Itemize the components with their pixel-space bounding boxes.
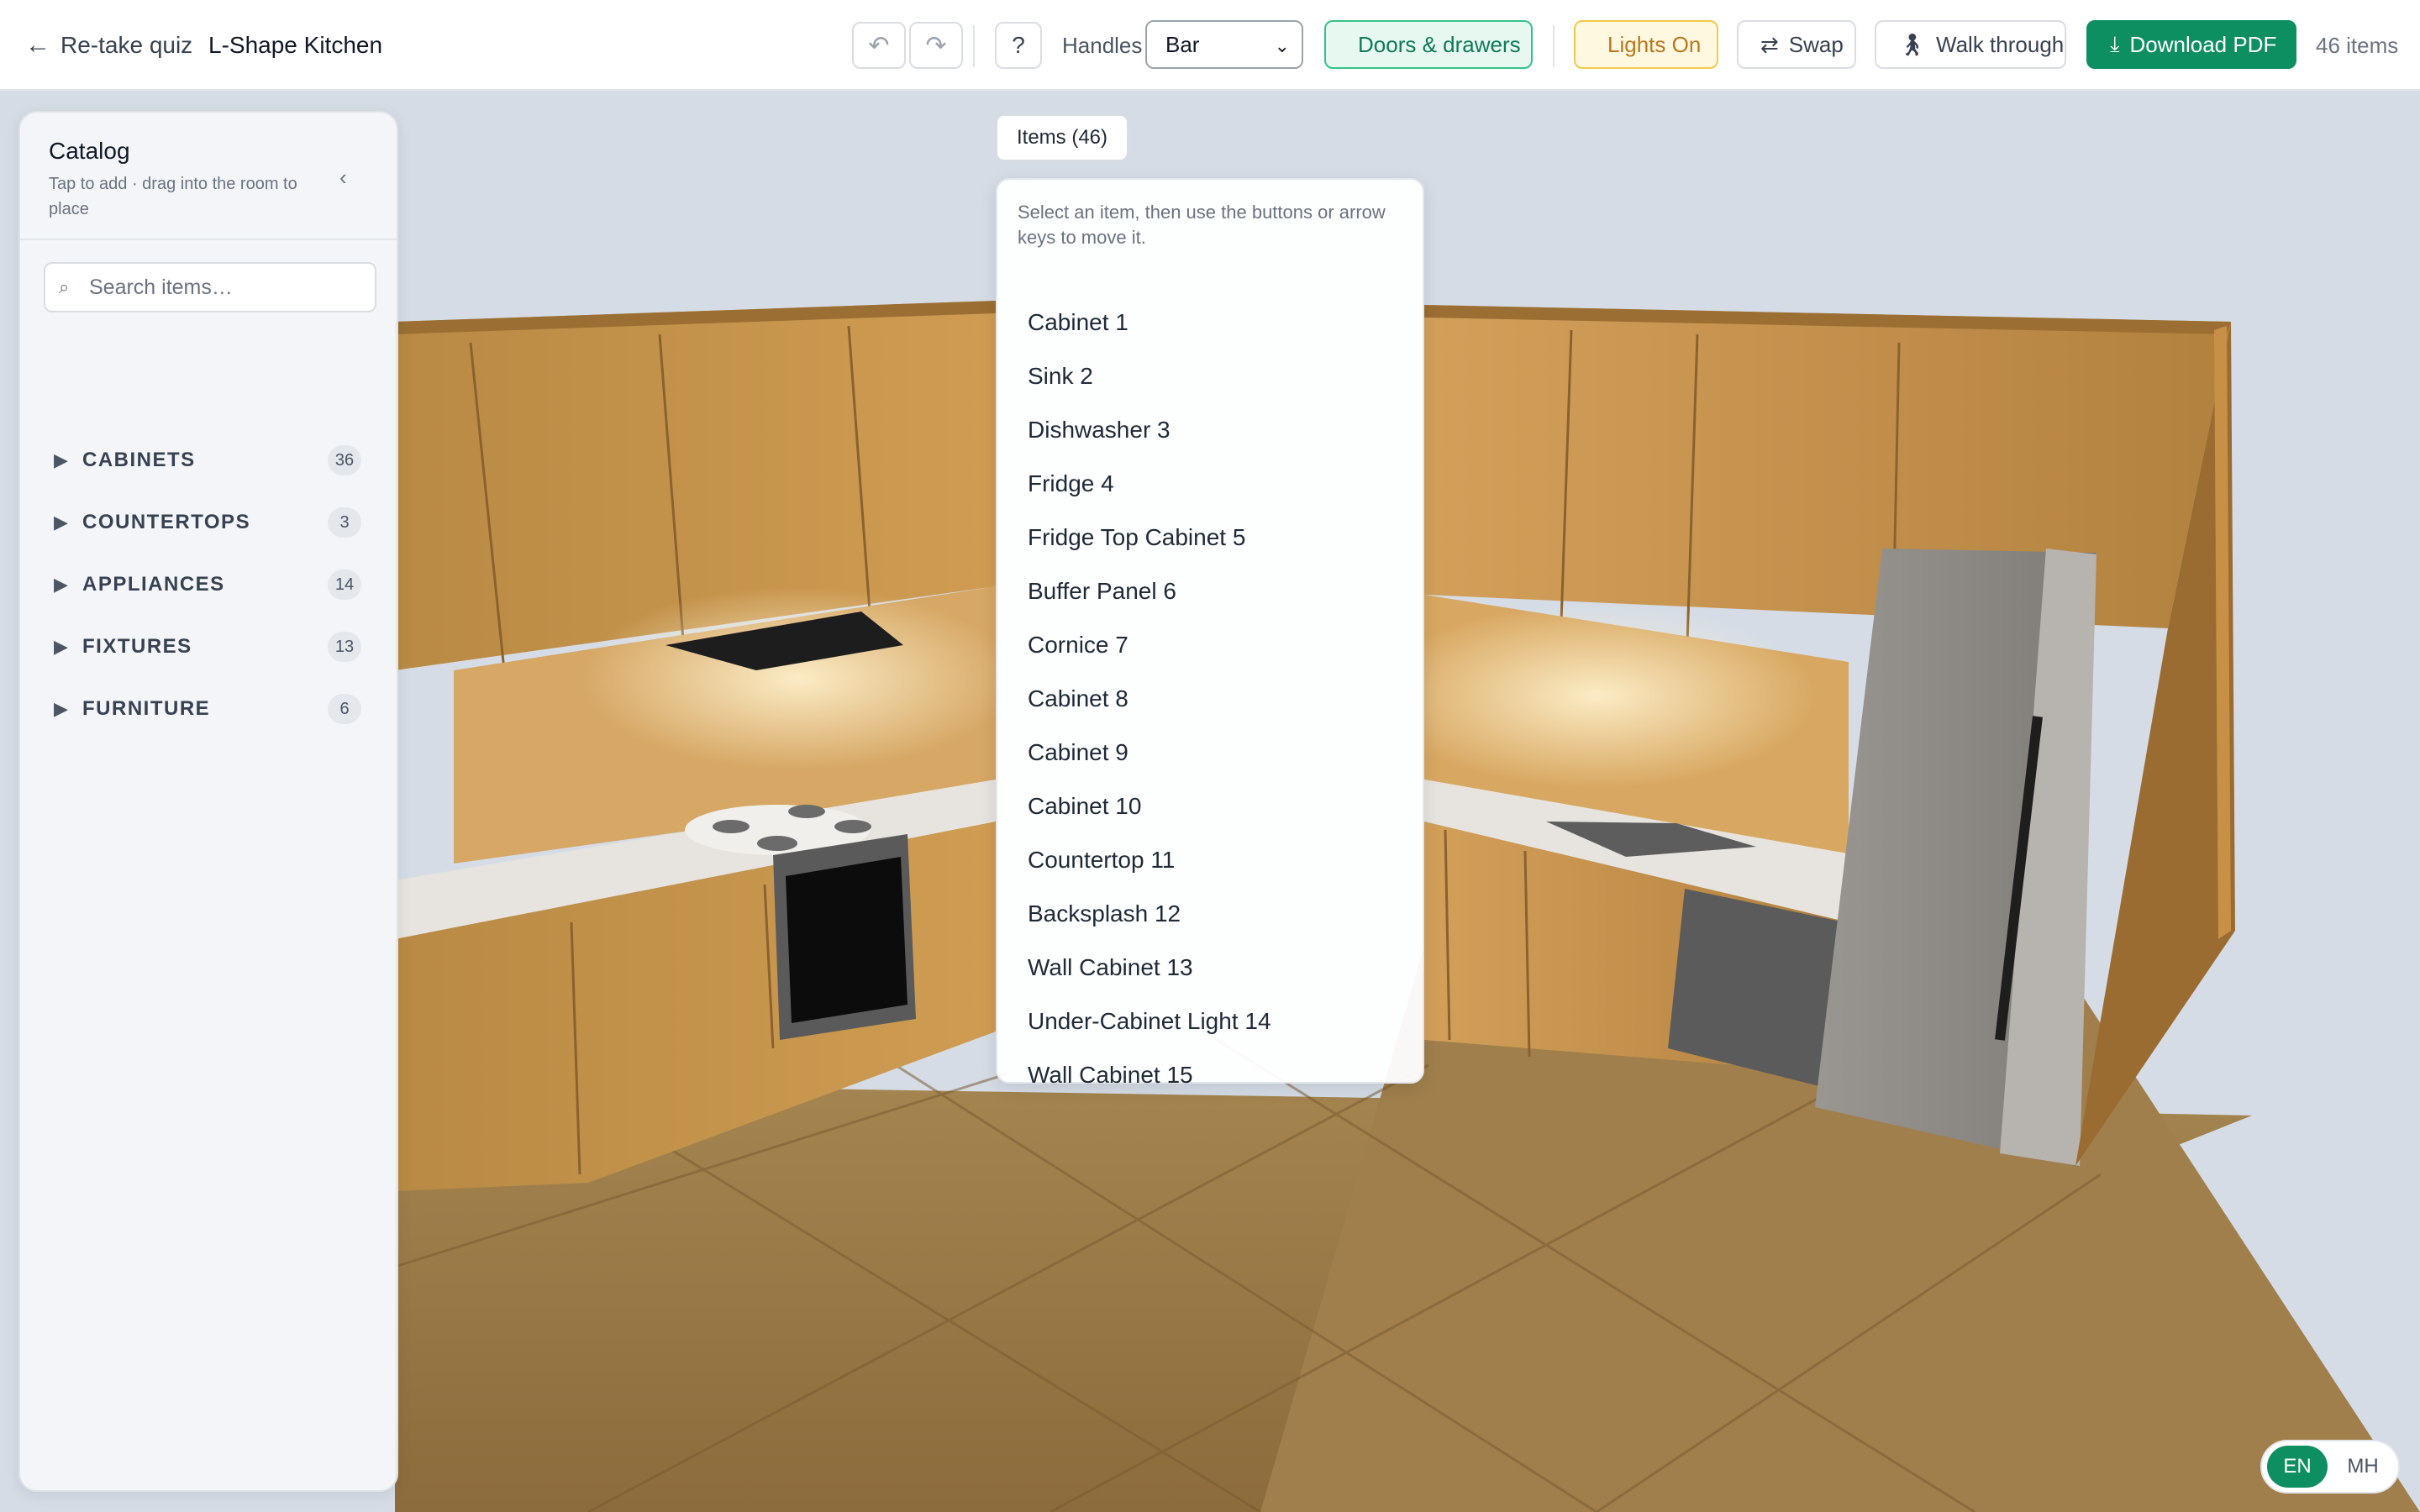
category-countertops[interactable]: ▶ COUNTERTOPS 3 [20,497,397,548]
search-input[interactable] [87,274,360,301]
doors-drawers-toggle[interactable]: Doors & drawers [1324,20,1533,69]
items-hint: Select an item, then use the buttons or … [1018,202,1386,248]
handles-select-value: Bar [1165,31,1200,57]
list-item[interactable]: Cabinet 9 [1028,729,1397,776]
list-item[interactable]: Wall Cabinet 13 [1028,944,1397,991]
caret-right-icon: ▶ [54,698,68,719]
download-pdf-label: Download PDF [2129,31,2277,57]
swap-label: Swap [1788,31,1844,57]
category-count: 6 [328,694,361,724]
toolbar-divider [973,25,975,67]
swap-icon: ⇄ [1760,31,1779,57]
list-item[interactable]: Countertop 11 [1028,837,1397,884]
top-toolbar: ← Re-take quiz L-Shape Kitchen ↶ ↷ ? Han… [0,0,2420,91]
list-item[interactable]: Dishwasher 3 [1028,407,1397,454]
arrow-left-icon: ← [25,31,50,59]
category-count: 36 [328,445,361,475]
language-mh-button[interactable]: MH [2333,1446,2393,1488]
undo-icon: ↶ [868,31,890,60]
category-fixtures[interactable]: ▶ FIXTURES 13 [20,622,397,672]
doors-drawers-label: Doors & drawers [1358,31,1521,57]
undo-button[interactable]: ↶ [852,22,906,69]
retake-quiz-link[interactable]: ← Re-take quiz [25,0,192,91]
retake-quiz-label: Re-take quiz [60,32,193,58]
category-name: APPLIANCES [82,573,225,596]
list-item[interactable]: Fridge 4 [1028,460,1397,507]
help-label: ? [1012,32,1025,58]
redo-button[interactable]: ↷ [909,22,963,69]
walk-through-label: Walk through [1936,31,2065,57]
list-item[interactable]: Sink 2 [1028,353,1397,400]
list-item[interactable]: Under-Cabinet Light 14 [1028,998,1397,1045]
list-item[interactable]: Wall Cabinet 15 [1028,1052,1397,1099]
caret-right-icon: ▶ [54,574,68,595]
chevron-down-icon: ⌄ [1274,35,1290,56]
category-name: CABINETS [82,449,196,471]
category-count: 13 [328,632,361,662]
handles-select[interactable]: Bar ⌄ [1145,20,1303,69]
chevron-left-icon[interactable]: ‹ [339,165,347,191]
category-count: 3 [328,507,361,538]
catalog-search[interactable]: ⌕ [44,262,376,312]
walk-through-button[interactable]: 🚶︎ Walk through [1875,20,2066,69]
category-cabinets[interactable]: ▶ CABINETS 36 [20,435,397,486]
catalog-subtitle: Tap to add · drag into the room to place [49,175,297,218]
lights-label: Lights On [1607,31,1702,57]
category-furniture[interactable]: ▶ FURNITURE 6 [20,684,397,734]
caret-right-icon: ▶ [54,512,68,533]
category-appliances[interactable]: ▶ APPLIANCES 14 [20,559,397,610]
items-tab-button[interactable]: Items (46) [996,114,1128,161]
redo-icon: ↷ [925,31,947,60]
caret-right-icon: ▶ [54,636,68,657]
help-button[interactable]: ? [995,22,1042,69]
list-item[interactable]: Cabinet 1 [1028,299,1397,346]
handles-label: Handles [1062,32,1143,58]
download-pdf-button[interactable]: ⤓ Download PDF [2086,20,2296,69]
category-name: FURNITURE [82,697,211,720]
list-item[interactable]: Cornice 7 [1028,622,1397,669]
list-item[interactable]: Cabinet 10 [1028,783,1397,830]
project-title: L-Shape Kitchen [208,32,383,58]
items-count: 46 items [2316,32,2399,58]
items-list-panel: Select an item, then use the buttons or … [996,178,1424,1088]
category-name: FIXTURES [82,635,192,658]
caret-right-icon: ▶ [54,449,68,470]
list-item[interactable]: Fridge Top Cabinet 5 [1028,514,1397,561]
right-wall-cabinets [1424,305,2231,628]
language-en-button[interactable]: EN [2267,1446,2328,1488]
toolbar-divider [1553,25,1555,67]
category-count: 14 [328,570,361,600]
search-icon: ⌕ [59,276,70,297]
lights-toggle[interactable]: Lights On [1574,20,1718,69]
list-item[interactable]: Cabinet 8 [1028,675,1397,722]
walking-person-icon: 🚶︎ [1898,31,1927,57]
catalog-panel: Catalog Tap to add · drag into the room … [18,111,398,1492]
swap-button[interactable]: ⇄ Swap [1737,20,1856,69]
download-icon: ⤓ [2110,31,2120,56]
list-item[interactable]: Backsplash 12 [1028,890,1397,937]
list-item[interactable]: Buffer Panel 6 [1028,568,1397,615]
language-toggle: EN MH [2260,1440,2400,1494]
category-name: COUNTERTOPS [82,511,251,533]
catalog-header: Catalog Tap to add · drag into the room … [20,113,397,240]
catalog-title: Catalog [49,138,130,164]
